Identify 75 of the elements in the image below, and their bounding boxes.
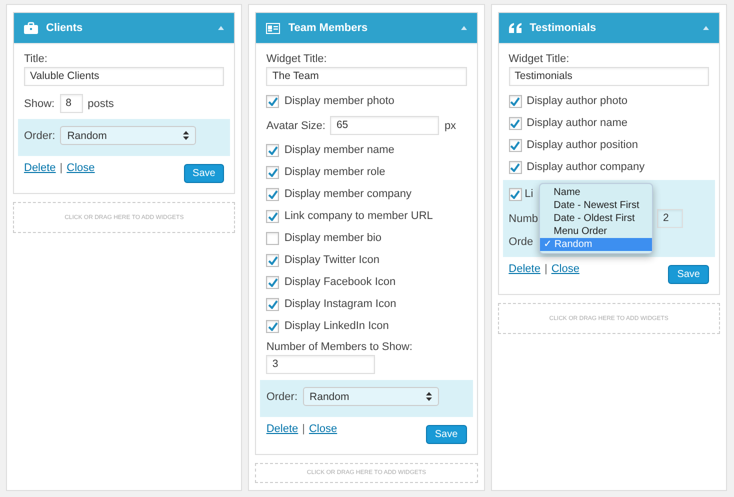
checkbox-label: Display author name: [526, 117, 628, 129]
widget-title: Testimonials: [530, 22, 598, 34]
quote-icon: [508, 23, 522, 33]
menu-option[interactable]: Menu Order: [540, 225, 652, 238]
close-link[interactable]: Close: [66, 162, 95, 174]
field-label: Widget Title:: [266, 53, 327, 65]
menu-option[interactable]: Date - Newest First: [540, 199, 652, 212]
order-dropdown[interactable]: Random: [302, 387, 439, 406]
checkbox-label: Display Instagram Icon: [284, 298, 396, 310]
checkbox[interactable]: [266, 276, 280, 288]
checkbox-label: Display member name: [284, 144, 394, 156]
id-card-icon: [266, 22, 280, 34]
updown-arrows-icon: [183, 131, 190, 140]
checkbox[interactable]: [266, 166, 280, 178]
field-label: Order:: [24, 130, 56, 142]
checkbox-label: Display member company: [284, 188, 412, 200]
collapse-arrow-icon[interactable]: [702, 26, 709, 30]
checkbox[interactable]: [266, 144, 280, 156]
field-label: Widget Title:: [508, 53, 570, 65]
field-label: Numb: [508, 212, 538, 224]
unit-label: px: [444, 120, 456, 132]
checkbox-label: Display Twitter Icon: [284, 254, 380, 266]
field-label: Orde: [508, 236, 534, 248]
checkbox-label: Display member photo: [284, 95, 394, 107]
checkbox[interactable]: [266, 320, 280, 332]
separator: |: [302, 423, 305, 435]
checkbox-label: Li: [524, 188, 534, 200]
checkbox-label: Display member bio: [284, 232, 382, 244]
field-label: Avatar Size:: [266, 120, 326, 132]
delete-link[interactable]: Delete: [508, 263, 540, 275]
checkbox[interactable]: [508, 160, 522, 174]
collapse-arrow-icon[interactable]: [460, 26, 467, 30]
text-field[interactable]: Valuble Clients: [24, 67, 224, 86]
text-field[interactable]: Testimonials: [508, 67, 709, 86]
text-field[interactable]: The Team: [266, 67, 467, 86]
checkbox[interactable]: [508, 94, 522, 108]
menu-option[interactable]: Name: [540, 186, 652, 199]
close-link[interactable]: Close: [551, 263, 580, 275]
order-dropdown[interactable]: Random: [60, 126, 196, 145]
field-label: Number of Members to Show:: [266, 341, 412, 353]
checkbox[interactable]: [266, 298, 280, 310]
checkbox[interactable]: [266, 188, 280, 200]
checkbox[interactable]: [508, 138, 522, 152]
delete-link[interactable]: Delete: [24, 162, 56, 174]
briefcase-icon: [24, 22, 38, 34]
delete-link[interactable]: Delete: [266, 423, 298, 435]
checkbox-label: Display LinkedIn Icon: [284, 320, 389, 332]
field-label: Show:: [24, 98, 55, 110]
checkbox[interactable]: [508, 188, 522, 200]
checkbox-label: Display author photo: [526, 95, 628, 107]
text-field[interactable]: 3: [266, 355, 376, 374]
text-field[interactable]: 65: [330, 116, 440, 135]
menu-option[interactable]: Date - Oldest First: [540, 212, 652, 225]
updown-arrows-icon: [426, 392, 432, 401]
checkbox[interactable]: [266, 210, 280, 222]
checkbox-label: Link company to member URL: [284, 210, 433, 222]
checkbox-label: Display member role: [284, 166, 386, 178]
unit-label: posts: [88, 98, 114, 110]
separator: |: [60, 162, 63, 174]
field-label: Title:: [24, 53, 48, 65]
separator: |: [544, 263, 548, 275]
widget-title: Team Members: [288, 22, 369, 34]
text-field[interactable]: 8: [60, 94, 83, 113]
checkbox-label: Display author position: [526, 139, 638, 151]
checkbox[interactable]: [508, 116, 522, 130]
collapse-arrow-icon[interactable]: [218, 26, 224, 30]
checkbox-label: Display author company: [526, 161, 645, 173]
text-field[interactable]: 2: [657, 209, 683, 228]
checkbox[interactable]: [266, 254, 280, 266]
widget-title: Clients: [46, 22, 84, 34]
close-link[interactable]: Close: [308, 423, 338, 435]
checkbox[interactable]: [266, 94, 280, 108]
field-label: Order:: [266, 390, 298, 402]
checkbox[interactable]: [266, 232, 280, 244]
checkbox-label: Display Facebook Icon: [284, 276, 396, 288]
